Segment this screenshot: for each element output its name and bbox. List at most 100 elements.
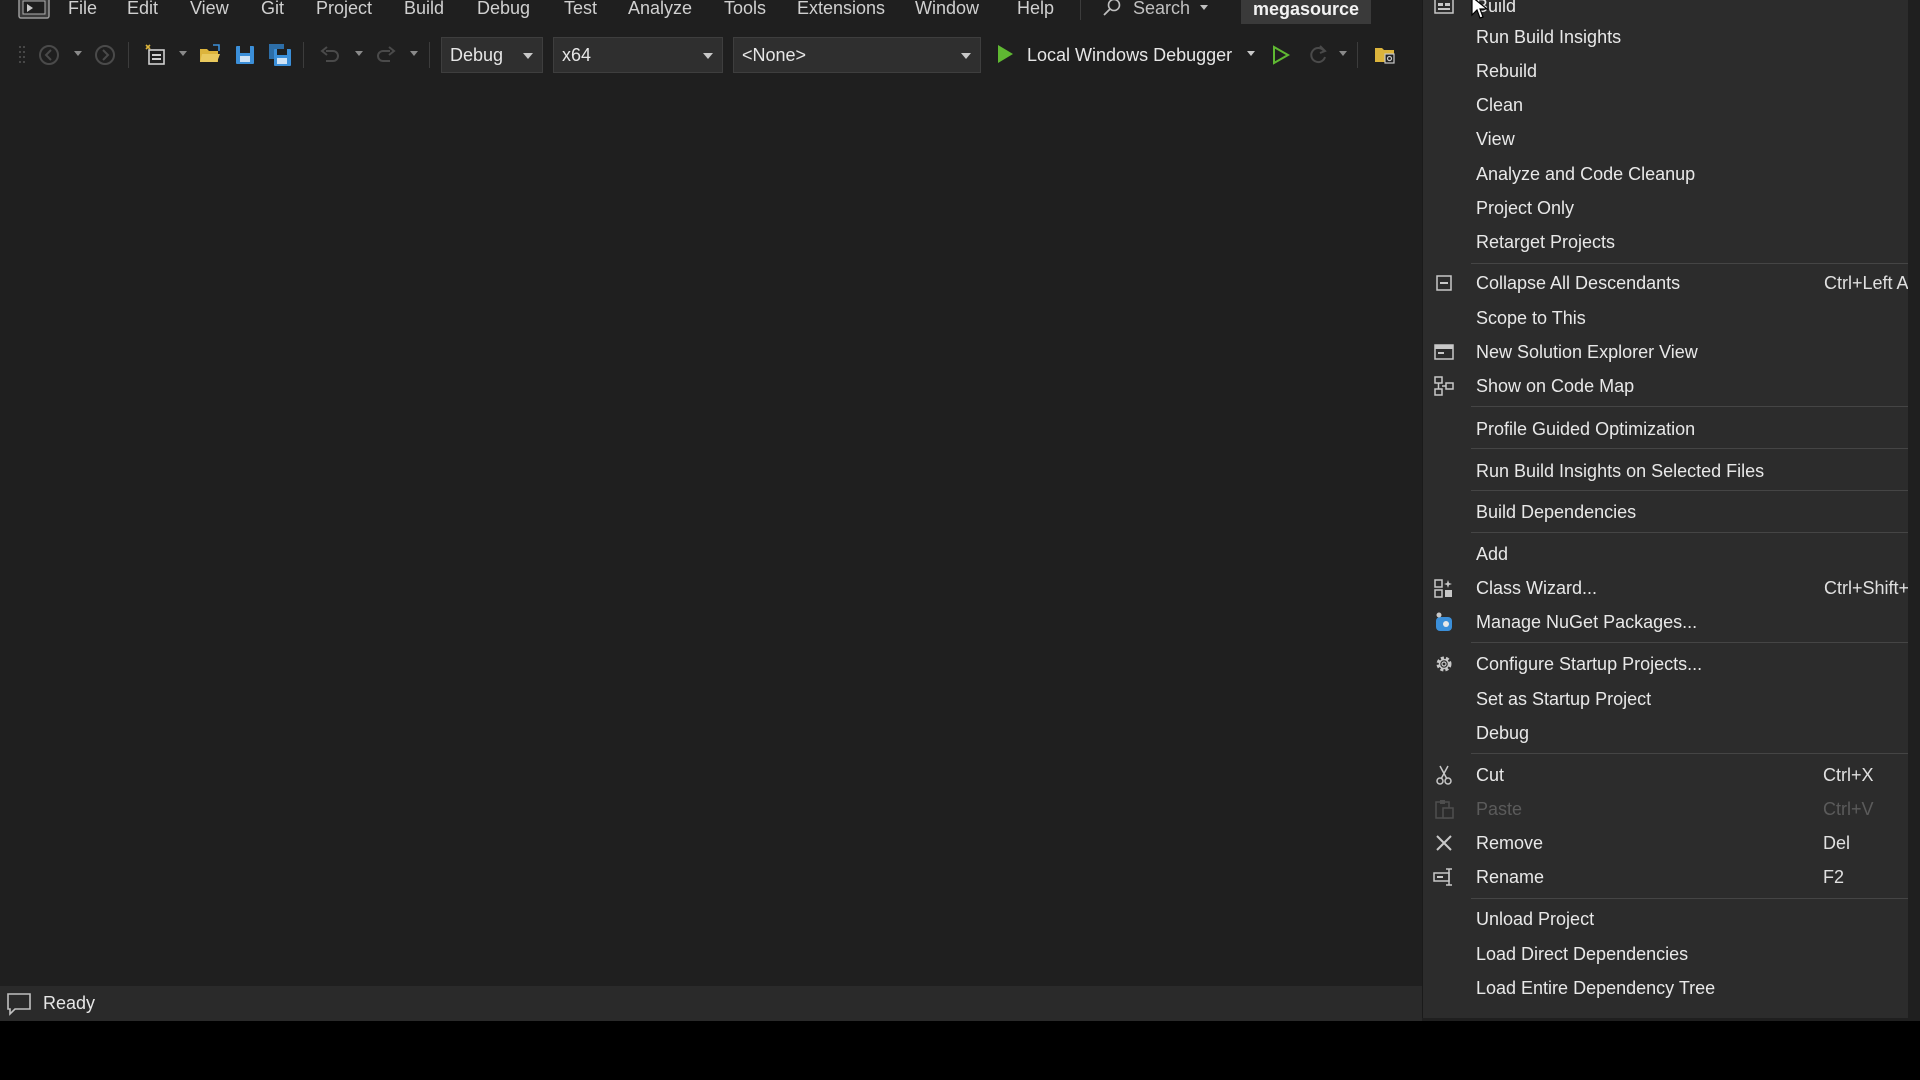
toolbar-separator — [128, 42, 129, 68]
menu-item-label: Rebuild — [1476, 61, 1538, 81]
search-button[interactable]: Search — [1102, 0, 1209, 20]
play-icon — [998, 45, 1013, 63]
menu-separator — [1471, 532, 1908, 533]
chevron-down-icon — [523, 53, 533, 59]
menu-item-rebuild[interactable]: Rebuild — [1423, 56, 1908, 86]
menu-item-show-on-code-map[interactable]: Show on Code Map — [1423, 371, 1908, 401]
remove-icon — [1436, 835, 1452, 851]
toolbar-grip-icon[interactable] — [18, 43, 26, 67]
toolbar-separator — [303, 42, 304, 68]
menu-view[interactable]: View — [190, 0, 229, 20]
menu-item-label: Rename — [1476, 867, 1545, 887]
menu-item-label: Unload Project — [1476, 909, 1595, 929]
menu-item-remove[interactable]: Remove Del — [1423, 828, 1908, 858]
menu-debug[interactable]: Debug — [477, 0, 530, 20]
menu-file[interactable]: File — [68, 0, 97, 20]
status-text: Ready — [43, 993, 96, 1013]
menu-item-label: Scope to This — [1476, 308, 1586, 328]
menu-analyze[interactable]: Analyze — [628, 0, 692, 20]
menu-item-add[interactable]: Add — [1423, 539, 1908, 569]
menu-item-view[interactable]: View — [1423, 124, 1908, 154]
menu-item-analyze-and-code-cleanup[interactable]: Analyze and Code Cleanup — [1423, 159, 1908, 189]
menu-item-configure-startup-projects[interactable]: Configure Startup Projects... — [1423, 649, 1908, 679]
menu-item-shortcut: Ctrl+Left A — [1824, 273, 1908, 293]
menu-window[interactable]: Window — [915, 0, 979, 20]
redo-dropdown-icon[interactable] — [410, 51, 418, 56]
menu-item-rename[interactable]: Rename F2 — [1423, 862, 1908, 892]
undo-icon[interactable] — [318, 43, 342, 67]
gear-icon — [1436, 656, 1452, 672]
menu-item-label: Class Wizard... — [1476, 578, 1598, 598]
menu-edit[interactable]: Edit — [127, 0, 158, 20]
menu-item-scope-to-this[interactable]: Scope to This — [1423, 303, 1908, 333]
new-project-dropdown-icon[interactable] — [179, 51, 187, 56]
save-icon[interactable] — [233, 43, 257, 67]
redo-icon[interactable] — [374, 43, 398, 67]
menu-separator — [1471, 448, 1908, 449]
menu-item-debug[interactable]: Debug — [1423, 718, 1908, 748]
search-icon — [1103, 0, 1121, 16]
menu-git[interactable]: Git — [261, 0, 284, 20]
menu-test[interactable]: Test — [564, 0, 597, 20]
menu-separator — [1471, 490, 1908, 491]
notification-icon[interactable] — [6, 992, 32, 1016]
menu-item-label: Add — [1476, 544, 1509, 564]
menu-item-project-only[interactable]: Project Only — [1423, 193, 1908, 223]
menu-item-label: Run Build Insights on Selected Files — [1476, 461, 1765, 481]
menu-item-clean[interactable]: Clean — [1423, 90, 1908, 120]
menu-item-label: Run Build Insights — [1476, 27, 1622, 47]
menu-item-retarget-projects[interactable]: Retarget Projects — [1423, 227, 1908, 257]
class-wizard-icon — [1434, 579, 1452, 598]
hot-reload-icon[interactable] — [1306, 43, 1330, 67]
collapse-icon — [1436, 275, 1452, 291]
menu-item-label: Remove — [1476, 833, 1544, 853]
menu-item-class-wizard[interactable]: Class Wizard... Ctrl+Shift+ — [1423, 573, 1908, 603]
chevron-down-icon — [1200, 5, 1209, 10]
new-view-icon — [1434, 344, 1454, 360]
menu-build[interactable]: Build — [404, 0, 444, 20]
menu-item-run-build-insights-selected-files[interactable]: Run Build Insights on Selected Files — [1423, 456, 1908, 486]
menu-item-label: Project Only — [1476, 198, 1575, 218]
menu-item-unload-project[interactable]: Unload Project — [1423, 904, 1908, 934]
menu-item-label: Cut — [1476, 765, 1505, 785]
new-project-icon[interactable] — [144, 43, 168, 67]
menu-item-manage-nuget-packages[interactable]: Manage NuGet Packages... — [1423, 607, 1908, 637]
menu-item-load-entire-dependency-tree[interactable]: Load Entire Dependency Tree — [1423, 973, 1908, 1003]
navigate-back-icon[interactable] — [37, 43, 61, 67]
menu-item-shortcut: Del — [1823, 833, 1851, 853]
configuration-dropdown[interactable]: Debug — [441, 37, 543, 73]
menu-item-paste[interactable]: Paste Ctrl+V — [1423, 794, 1908, 824]
visual-studio-logo-icon[interactable] — [18, 0, 50, 20]
open-folder-icon[interactable] — [198, 43, 222, 67]
menu-item-collapse-all-descendants[interactable]: Collapse All Descendants Ctrl+Left A — [1423, 268, 1908, 298]
menu-item-label: Configure Startup Projects... — [1476, 654, 1703, 674]
solution-name-badge[interactable]: megasource — [1241, 0, 1371, 24]
menu-help[interactable]: Help — [1017, 0, 1054, 20]
start-without-debugging-icon[interactable] — [1268, 43, 1292, 67]
folder-view-icon[interactable] — [1373, 43, 1397, 67]
menu-item-cut[interactable]: Cut Ctrl+X — [1423, 760, 1908, 790]
undo-dropdown-icon[interactable] — [355, 51, 363, 56]
menu-item-set-as-startup-project[interactable]: Set as Startup Project — [1423, 684, 1908, 714]
platform-dropdown[interactable]: x64 — [553, 37, 723, 73]
menu-extensions[interactable]: Extensions — [797, 0, 885, 20]
menu-item-run-build-insights[interactable]: Run Build Insights — [1423, 22, 1908, 52]
debugger-dropdown-icon[interactable] — [1247, 51, 1255, 56]
menu-separator — [1471, 898, 1908, 899]
menu-tools[interactable]: Tools — [724, 0, 766, 20]
menu-separator — [1471, 642, 1908, 643]
menu-bar: File Edit View Git Project Build Debug T… — [0, 0, 1422, 24]
menu-item-new-solution-explorer-view[interactable]: New Solution Explorer View — [1423, 337, 1908, 367]
start-debugging-button[interactable]: Local Windows Debugger — [996, 40, 1232, 70]
menu-item-build[interactable]: Build — [1423, 0, 1908, 21]
menu-item-profile-guided-optimization[interactable]: Profile Guided Optimization — [1423, 414, 1908, 444]
navigate-forward-icon[interactable] — [93, 43, 117, 67]
hot-reload-dropdown-icon[interactable] — [1339, 51, 1347, 56]
menu-project[interactable]: Project — [316, 0, 372, 20]
navigate-back-dropdown-icon[interactable] — [74, 51, 82, 56]
menu-item-build-dependencies[interactable]: Build Dependencies — [1423, 497, 1908, 527]
save-all-icon[interactable] — [268, 43, 292, 67]
menu-item-label: Profile Guided Optimization — [1476, 419, 1696, 439]
menu-item-load-direct-dependencies[interactable]: Load Direct Dependencies — [1423, 939, 1908, 969]
startup-item-dropdown[interactable]: <None> — [733, 37, 981, 73]
